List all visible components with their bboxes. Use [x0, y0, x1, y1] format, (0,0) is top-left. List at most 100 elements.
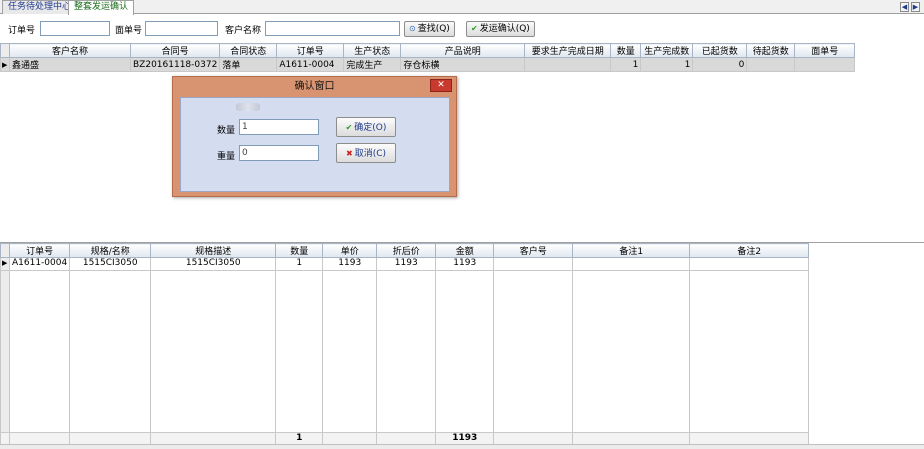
col-discount-price[interactable]: 折后价	[376, 243, 437, 258]
customer-name-input[interactable]	[265, 21, 400, 36]
detail-grid-header: 订单号 规格/名称 规格描述 数量 单价 折后价 金额 客户号 备注1 备注2	[0, 243, 810, 258]
triangle-right-icon: ▶	[2, 60, 8, 69]
cell-order-number[interactable]: A1611-0004	[276, 57, 345, 72]
search-toolbar: 订单号 面单号 客户名称 ⊙ 查找(Q) ✔ 发运确认(Q)	[0, 15, 924, 43]
x-icon: ✖	[345, 149, 353, 158]
col-product-description[interactable]: 产品说明	[400, 43, 526, 58]
tab-next-button[interactable]: ▶	[911, 2, 920, 12]
empty-cell	[275, 270, 324, 433]
col-quantity[interactable]: 数量	[275, 243, 324, 258]
ok-button[interactable]: ✔ 确定(O)	[336, 117, 396, 137]
cell-order-number[interactable]: A1611-0004	[8, 257, 71, 271]
col-customer-name[interactable]: 客户名称	[9, 43, 131, 58]
col-remark-1[interactable]: 备注1	[572, 243, 691, 258]
cell-shipped-count[interactable]: 0	[692, 57, 748, 72]
cell-pending-count[interactable]	[746, 57, 796, 72]
col-pending-count[interactable]: 待起货数	[746, 43, 796, 58]
ok-button-label: 确定(O)	[354, 123, 387, 133]
horizontal-scrollbar[interactable]	[0, 444, 924, 449]
cell-required-date[interactable]	[524, 57, 612, 72]
empty-cell	[493, 270, 574, 433]
col-spec-name[interactable]: 规格/名称	[69, 243, 152, 258]
row-indicator: ▶	[0, 57, 10, 72]
cell-spec-description[interactable]: 1515CI3050	[150, 257, 277, 271]
search-button[interactable]: ⊙ 查找(Q)	[404, 21, 455, 37]
cell-product-description[interactable]: 存仓标横	[400, 57, 526, 72]
col-production-status[interactable]: 生产状态	[343, 43, 402, 58]
dialog-close-button[interactable]: ✕	[430, 79, 452, 92]
col-spec-description[interactable]: 规格描述	[150, 243, 277, 258]
cell-discount-price[interactable]: 1193	[376, 257, 437, 271]
detail-grid: 订单号 规格/名称 规格描述 数量 单价 折后价 金额 客户号 备注1 备注2 …	[0, 243, 810, 446]
cell-remark-2[interactable]	[689, 257, 810, 271]
col-contract-number[interactable]: 合同号	[129, 43, 221, 58]
quantity-label: 数量	[217, 126, 236, 136]
row-indicator: ▶	[0, 257, 10, 271]
detail-panel: 订单号 规格/名称 规格描述 数量 单价 折后价 金额 客户号 备注1 备注2 …	[0, 243, 924, 449]
tab-prev-button[interactable]: ◀	[900, 2, 909, 12]
table-row[interactable]: ▶ 鑫通盛 BZ20161118-0372 落单 A1611-0004 完成生产…	[0, 57, 856, 72]
search-button-label: 查找(Q)	[417, 24, 450, 34]
weight-input[interactable]	[239, 145, 319, 161]
col-unit-price[interactable]: 单价	[322, 243, 378, 258]
tab-bar: 任务待处理中心 整套发运确认 ◀ ▶	[0, 0, 924, 15]
empty-cell	[0, 270, 10, 433]
empty-cell	[322, 270, 378, 433]
face-number-label: 面单号	[115, 26, 143, 36]
arrow-left-icon: ◀	[901, 3, 908, 11]
weight-label: 重量	[217, 152, 236, 162]
cell-produced-count[interactable]: 1	[640, 57, 694, 72]
cancel-button-label: 取消(C)	[354, 149, 386, 159]
cell-production-status[interactable]: 完成生产	[343, 57, 402, 72]
col-quantity[interactable]: 数量	[610, 43, 642, 58]
check-icon: ✔	[471, 24, 478, 33]
col-amount[interactable]: 金额	[435, 243, 495, 258]
dialog-title[interactable]: 确认窗口	[173, 77, 456, 97]
cell-contract-status[interactable]: 落单	[219, 57, 278, 72]
close-icon: ✕	[437, 80, 445, 90]
col-required-date[interactable]: 要求生产完成日期	[524, 43, 612, 58]
col-face-number[interactable]: 面单号	[794, 43, 856, 58]
check-icon: ✔	[345, 123, 353, 132]
confirm-dialog: 确认窗口 ✕ 数量 重量 ✔确定(O) ✖取消(C)	[172, 76, 457, 197]
ship-confirm-button[interactable]: ✔ 发运确认(Q)	[466, 21, 535, 37]
row-indicator-header	[0, 243, 10, 258]
tab-task-center[interactable]: 任务待处理中心	[2, 0, 78, 14]
order-grid-header: 客户名称 合同号 合同状态 订单号 生产状态 产品说明 要求生产完成日期 数量 …	[0, 43, 856, 58]
empty-cell	[8, 270, 71, 433]
face-number-input[interactable]	[145, 21, 218, 36]
col-order-number[interactable]: 订单号	[8, 243, 71, 258]
cell-contract-number[interactable]: BZ20161118-0372	[129, 57, 221, 72]
arrow-right-icon: ▶	[912, 3, 919, 11]
cell-quantity[interactable]: 1	[275, 257, 324, 271]
cell-customer-number[interactable]	[493, 257, 574, 271]
cell-spec-name[interactable]: 1515CI3050	[69, 257, 152, 271]
col-remark-2[interactable]: 备注2	[689, 243, 810, 258]
col-contract-status[interactable]: 合同状态	[219, 43, 278, 58]
dialog-body: 数量 重量 ✔确定(O) ✖取消(C)	[180, 97, 450, 192]
cell-face-number[interactable]	[794, 57, 856, 72]
col-produced-count[interactable]: 生产完成数	[640, 43, 694, 58]
empty-cell	[689, 270, 810, 433]
empty-rows-area	[0, 270, 810, 433]
cancel-button[interactable]: ✖ 取消(C)	[336, 143, 396, 163]
customer-name-label: 客户名称	[225, 26, 262, 36]
tab-shipment-confirm[interactable]: 整套发运确认	[68, 0, 135, 15]
quantity-input[interactable]	[239, 119, 319, 135]
empty-cell	[376, 270, 437, 433]
empty-cell	[572, 270, 691, 433]
order-grid: 客户名称 合同号 合同状态 订单号 生产状态 产品说明 要求生产完成日期 数量 …	[0, 43, 856, 72]
cell-customer-name[interactable]: 鑫通盛	[9, 57, 131, 72]
col-order-number[interactable]: 订单号	[276, 43, 345, 58]
order-number-label: 订单号	[8, 26, 36, 36]
table-row[interactable]: ▶ A1611-0004 1515CI3050 1515CI3050 1 119…	[0, 257, 810, 271]
cell-unit-price[interactable]: 1193	[322, 257, 378, 271]
col-customer-number[interactable]: 客户号	[493, 243, 574, 258]
empty-cell	[69, 270, 152, 433]
order-number-input[interactable]	[40, 21, 110, 36]
cell-remark-1[interactable]	[572, 257, 691, 271]
cell-amount[interactable]: 1193	[435, 257, 495, 271]
cell-quantity[interactable]: 1	[610, 57, 642, 72]
col-shipped-count[interactable]: 已起货数	[692, 43, 748, 58]
row-indicator-header	[0, 43, 10, 58]
